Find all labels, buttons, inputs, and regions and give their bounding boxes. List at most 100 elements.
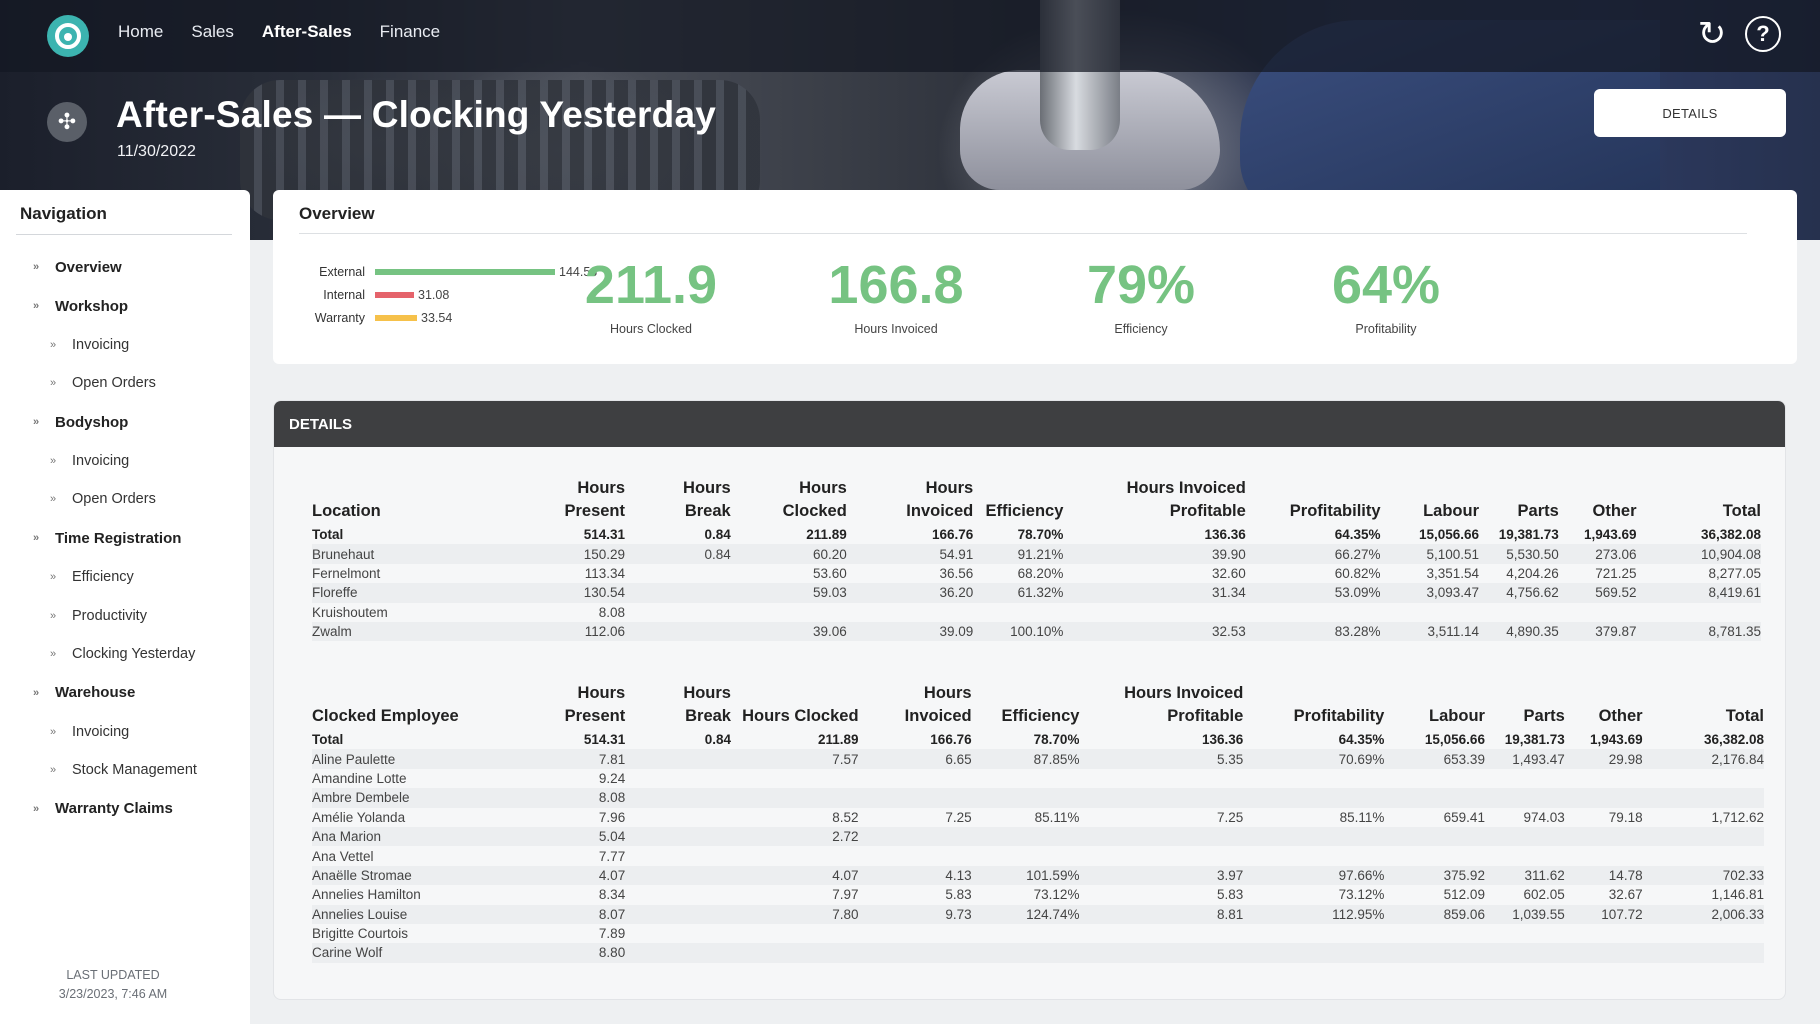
- sidebar-item-invoicing[interactable]: » Invoicing: [0, 712, 250, 751]
- column-header[interactable]: Hours Break: [625, 682, 731, 730]
- kpi-label: Efficiency: [1114, 322, 1168, 336]
- sidebar-item-open-orders[interactable]: » Open Orders: [0, 480, 250, 519]
- table-cell: 91.21%: [973, 544, 1064, 564]
- sidebar-item-overview[interactable]: » Overview: [0, 248, 250, 287]
- table-cell: [1564, 826, 1643, 847]
- sidebar-item-invoicing[interactable]: » Invoicing: [0, 325, 250, 364]
- table-cell: Aline Paulette: [312, 749, 510, 769]
- column-header-line: Hours Invoiced: [1126, 479, 1246, 497]
- table-row[interactable]: Brigitte Courtois 7.89: [312, 924, 1764, 943]
- column-header[interactable]: Hours Clocked: [731, 477, 847, 525]
- chevron-right-icon: »: [33, 802, 40, 815]
- table-row[interactable]: Aline Paulette 7.81 7.57 6.65 87.85% 5.35 70.6…: [312, 749, 1764, 769]
- column-header[interactable]: Total: [1643, 682, 1764, 730]
- column-header[interactable]: Parts: [1485, 682, 1565, 730]
- table-row[interactable]: Kruishoutem 8.08: [312, 603, 1761, 622]
- sidebar-item-label: Efficiency: [72, 568, 134, 585]
- sidebar-item-label: Bodyshop: [55, 413, 129, 431]
- table-cell: [625, 904, 731, 924]
- table-cell: 1,039.55: [1484, 904, 1565, 924]
- sidebar-item-clocking-yesterday[interactable]: » Clocking Yesterday: [0, 635, 250, 674]
- nav-finance[interactable]: Finance: [380, 22, 440, 42]
- chevron-right-icon: »: [50, 609, 57, 622]
- column-header[interactable]: Profitability: [1243, 682, 1385, 730]
- table-cell: [1479, 603, 1559, 622]
- column-header[interactable]: Hours Break: [625, 477, 731, 525]
- column-header-line: Profitability: [1293, 707, 1385, 725]
- table-row[interactable]: Brunehaut 150.29 0.84 60.20 54.91 91.21% 39.90…: [312, 544, 1761, 564]
- column-header-line: Break: [685, 707, 731, 725]
- sidebar-item-warehouse[interactable]: » Warehouse: [0, 674, 250, 713]
- sidebar-item-productivity[interactable]: » Productivity: [0, 596, 250, 635]
- table-row[interactable]: Ana Marion 5.04 2.72: [312, 826, 1764, 847]
- table-cell: 702.33: [1642, 865, 1764, 886]
- sidebar-item-efficiency[interactable]: » Efficiency: [0, 558, 250, 597]
- column-header[interactable]: Labour: [1384, 682, 1485, 730]
- table-cell: [1079, 788, 1244, 808]
- table-row[interactable]: Amandine Lotte 9.24: [312, 769, 1764, 788]
- column-header[interactable]: Hours Invoiced Profitable: [1079, 682, 1243, 730]
- column-header[interactable]: Clocked Employee: [312, 682, 509, 730]
- table-total-row[interactable]: Total 514.31 0.84 211.89 166.76 78.70% 136.36 6…: [312, 525, 1761, 544]
- table-cell: 211.89: [806, 527, 847, 543]
- table-cell: 375.92: [1384, 865, 1485, 886]
- column-header[interactable]: Efficiency: [973, 477, 1063, 525]
- sidebar-item-time-registration[interactable]: » Time Registration: [0, 519, 250, 558]
- column-header[interactable]: Hours Invoiced Profitable: [1063, 477, 1246, 525]
- table-cell: 7.25: [945, 809, 972, 825]
- table-cell: [1485, 769, 1565, 788]
- nav-home[interactable]: Home: [118, 22, 163, 42]
- column-header-line: Hours Clocked: [742, 707, 859, 725]
- table-cell: [1079, 769, 1243, 788]
- column-header[interactable]: Labour: [1381, 477, 1479, 525]
- column-header[interactable]: Hours Present: [509, 477, 625, 525]
- table-cell: 124.74%: [971, 904, 1080, 924]
- sidebar-item-workshop[interactable]: » Workshop: [0, 287, 250, 326]
- column-header[interactable]: Hours Invoiced: [847, 477, 973, 525]
- column-header[interactable]: Profitability: [1246, 477, 1381, 525]
- table-cell: [973, 603, 1063, 622]
- nav-sales[interactable]: Sales: [191, 22, 234, 42]
- table-cell: 112.95%: [1243, 904, 1385, 924]
- steering-wheel-logo-icon[interactable]: [47, 15, 89, 57]
- table-cell: [972, 924, 1080, 943]
- kpi-value: 166.8: [828, 255, 964, 315]
- column-header[interactable]: Parts: [1479, 477, 1559, 525]
- nav-after-sales[interactable]: After-Sales: [262, 22, 352, 42]
- table-row[interactable]: Ambre Dembele 8.08: [312, 788, 1764, 808]
- table-cell: [1243, 826, 1385, 847]
- table-cell: 7.25: [1217, 809, 1244, 825]
- table-row[interactable]: Amélie Yolanda 7.96 8.52 7.25 85.11% 7.25 85.1…: [312, 808, 1764, 827]
- table-row[interactable]: Annelies Louise 8.07 7.80 9.73 124.74% 8.81 11…: [312, 904, 1764, 924]
- table-row[interactable]: Fernelmont 113.34 53.60 36.56 68.20% 32.60 60.…: [312, 564, 1761, 583]
- column-header[interactable]: Hours Present: [509, 682, 626, 730]
- sidebar-item-stock-management[interactable]: » Stock Management: [0, 751, 250, 790]
- table-row[interactable]: Ana Vettel 7.77: [312, 846, 1764, 865]
- details-button[interactable]: DETAILS: [1594, 89, 1786, 137]
- kpi-hours-clocked: 211.9 Hours Clocked: [541, 256, 761, 336]
- overview-card: Overview External 144.56 Internal 31.08 Warr…: [273, 190, 1797, 364]
- column-header[interactable]: Hours Clocked: [731, 682, 859, 730]
- sidebar-item-bodyshop[interactable]: » Bodyshop: [0, 403, 250, 442]
- table-row[interactable]: Carine Wolf 8.80: [312, 943, 1764, 963]
- column-header[interactable]: Total: [1637, 477, 1761, 525]
- refresh-icon[interactable]: ↻: [1694, 16, 1730, 52]
- column-header-line: Hours: [683, 684, 731, 702]
- sidebar-item-invoicing[interactable]: » Invoicing: [0, 441, 250, 480]
- column-header[interactable]: Efficiency: [972, 682, 1080, 730]
- table-row[interactable]: Anaëlle Stromae 4.07 4.07 4.13 101.59% 3.97 97…: [312, 865, 1764, 886]
- sidebar-item-warranty-claims[interactable]: » Warranty Claims: [0, 790, 250, 829]
- table-total-row[interactable]: Total 514.31 0.84 211.89 166.76 78.70% 136.36 6…: [312, 730, 1764, 749]
- table-row[interactable]: Zwalm 112.06 39.06 39.09 100.10% 32.53 83.28% 3…: [312, 621, 1761, 642]
- table-row[interactable]: Floreffe 130.54 59.03 36.20 61.32% 31.34 53.09…: [312, 583, 1761, 603]
- help-icon[interactable]: ?: [1745, 16, 1781, 52]
- table-cell: 59.03: [730, 583, 847, 603]
- table-row[interactable]: Annelies Hamilton 8.34 7.97 5.83 73.12% 5.83 7…: [312, 885, 1764, 904]
- sidebar-item-open-orders[interactable]: » Open Orders: [0, 364, 250, 403]
- column-header[interactable]: Hours Invoiced: [859, 682, 972, 730]
- column-header[interactable]: Other: [1559, 477, 1637, 525]
- table-cell: Anaëlle Stromae: [312, 865, 510, 886]
- column-header[interactable]: Other: [1565, 682, 1643, 730]
- column-header[interactable]: Location: [312, 477, 509, 525]
- table-cell: [1384, 826, 1485, 847]
